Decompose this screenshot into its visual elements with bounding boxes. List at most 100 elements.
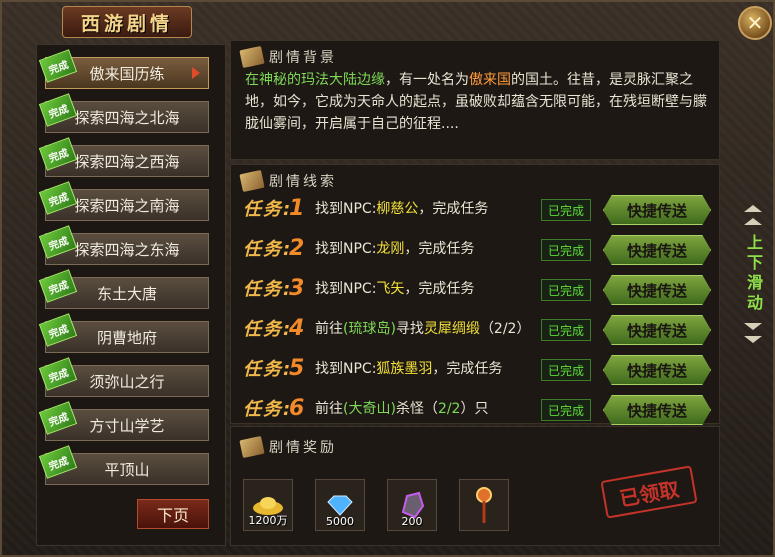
reward-item[interactable] <box>459 479 509 531</box>
story-clues-section: 剧情线索 任务: 1 找到NPC:柳慈公，完成任务 已完成 快捷传送 任务: 2… <box>230 164 720 425</box>
story-kingdom: 傲来国 <box>469 72 511 88</box>
teleport-button[interactable]: 快捷传送 <box>603 355 711 385</box>
claimed-stamp: 已领取 <box>600 465 698 519</box>
reward-amount: 5000 <box>326 515 354 528</box>
task-text-part: 找到NPC: <box>315 361 377 377</box>
chevron-down-icon <box>744 336 762 343</box>
task-npc: 飞矢 <box>376 281 405 297</box>
teleport-button[interactable]: 快捷传送 <box>603 235 711 265</box>
chapter-item-donghai[interactable]: 完成 探索四海之东海 <box>38 225 209 265</box>
task-description: 找到NPC:飞矢，完成任务 <box>315 278 535 298</box>
task-item: 灵犀绸缎 <box>423 321 480 337</box>
chapter-item-aolaiguo[interactable]: 完成 傲来国历练 <box>38 49 209 89</box>
chapter-label: 须弥山之行 <box>89 372 165 391</box>
task-text-part: 找到NPC: <box>315 281 377 297</box>
chapter-label: 方寸山学艺 <box>89 416 165 435</box>
task-text-part: ）只 <box>460 401 489 417</box>
chevron-up-icon <box>744 205 762 212</box>
status-badge: 已完成 <box>541 239 591 261</box>
teleport-button[interactable]: 快捷传送 <box>603 315 711 345</box>
done-tag: 完成 <box>38 313 78 347</box>
done-tag: 完成 <box>38 93 78 127</box>
chapter-item-xumishan[interactable]: 完成 须弥山之行 <box>38 357 209 397</box>
done-tag: 完成 <box>38 445 78 479</box>
chapter-label: 傲来国历练 <box>89 64 165 83</box>
reward-list: 1200万 5000 200 <box>243 479 509 531</box>
chapter-label: 探索四海之南海 <box>74 196 180 215</box>
task-npc: 龙刚 <box>376 241 405 257</box>
chapter-item-pingdingshan[interactable]: 完成 平顶山 <box>38 445 209 485</box>
chapter-item-fangcunshan[interactable]: 完成 方寸山学艺 <box>38 401 209 441</box>
section-title: 剧情背景 <box>269 50 337 66</box>
task-location: (琉球岛) <box>343 321 396 337</box>
chapter-item-nanhai[interactable]: 完成 探索四海之南海 <box>38 181 209 221</box>
next-page-button[interactable]: 下页 <box>137 499 209 529</box>
task-number: 3 <box>289 275 305 301</box>
done-tag: 完成 <box>38 357 78 391</box>
task-number: 5 <box>289 355 305 381</box>
task-text-part: 杀怪（ <box>395 401 438 417</box>
task-row: 任务: 3 找到NPC:飞矢，完成任务 已完成 快捷传送 <box>243 273 713 305</box>
task-row: 任务: 5 找到NPC:狐族墨羽，完成任务 已完成 快捷传送 <box>243 353 713 385</box>
chapter-label: 探索四海之西海 <box>74 152 180 171</box>
task-text-part: 找到NPC: <box>315 201 377 217</box>
reward-amount: 200 <box>401 515 423 528</box>
story-text-part: ，有一处名为 <box>385 72 469 88</box>
task-text-part: ，完成任务 <box>404 241 475 257</box>
task-description: 前往(琉球岛)寻找灵犀绸缎（2/2） <box>315 318 535 338</box>
chapter-item-xihai[interactable]: 完成 探索四海之西海 <box>38 137 209 177</box>
chapter-label: 平顶山 <box>104 460 150 479</box>
task-description: 找到NPC:柳慈公，完成任务 <box>315 198 535 218</box>
reward-item[interactable]: 200 <box>387 479 437 531</box>
done-tag: 完成 <box>38 401 78 435</box>
task-text-part: 前往 <box>315 321 343 337</box>
diamond-icon <box>327 495 353 516</box>
window-frame: 西游剧情 ✕ 完成 傲来国历练 完成 探索四海之北海 完成 探索四海之西海 完成… <box>0 0 775 557</box>
task-row: 任务: 6 前往(大奇山)杀怪（2/2）只 已完成 快捷传送 <box>243 393 713 425</box>
teleport-button[interactable]: 快捷传送 <box>603 195 711 225</box>
status-badge: 已完成 <box>541 319 591 341</box>
section-title: 剧情线索 <box>269 174 337 190</box>
chevron-up-icon <box>744 218 762 225</box>
chapter-item-yincao[interactable]: 完成 阴曹地府 <box>38 313 209 353</box>
task-text-part: ，完成任务 <box>404 281 475 297</box>
scroll-hint-text: 上下滑动 <box>744 234 763 314</box>
scroll-hint[interactable]: 上下滑动 <box>738 202 768 392</box>
task-location: (大奇山) <box>343 401 396 417</box>
task-description: 找到NPC:龙刚，完成任务 <box>315 238 535 258</box>
task-text-part: 寻找 <box>395 321 424 337</box>
task-progress: （2/2） <box>479 321 531 337</box>
reward-amount: 1200万 <box>248 514 288 527</box>
scroll-icon <box>239 169 265 193</box>
task-text-part: ，完成任务 <box>432 361 503 377</box>
task-row: 任务: 1 找到NPC:柳慈公，完成任务 已完成 快捷传送 <box>243 193 713 225</box>
task-text-part: ，完成任务 <box>418 201 489 217</box>
teleport-button[interactable]: 快捷传送 <box>603 275 711 305</box>
scroll-icon <box>239 45 265 69</box>
status-badge: 已完成 <box>541 399 591 421</box>
task-progress: 2/2 <box>437 401 461 417</box>
chapter-item-beihai[interactable]: 完成 探索四海之北海 <box>38 93 209 133</box>
task-row: 任务: 4 前往(琉球岛)寻找灵犀绸缎（2/2） 已完成 快捷传送 <box>243 313 713 345</box>
task-number: 2 <box>289 235 305 261</box>
reward-item[interactable]: 5000 <box>315 479 365 531</box>
chapter-sidebar: 完成 傲来国历练 完成 探索四海之北海 完成 探索四海之西海 完成 探索四海之南… <box>36 44 226 546</box>
task-number: 1 <box>289 195 305 221</box>
task-number: 4 <box>289 315 305 341</box>
chapter-item-datang[interactable]: 完成 东土大唐 <box>38 269 209 309</box>
task-description: 找到NPC:狐族墨羽，完成任务 <box>315 358 535 378</box>
reward-item[interactable]: 1200万 <box>243 479 293 531</box>
chapter-label: 阴曹地府 <box>96 328 157 347</box>
teleport-button[interactable]: 快捷传送 <box>603 395 711 425</box>
status-badge: 已完成 <box>541 199 591 221</box>
task-row: 任务: 2 找到NPC:龙刚，完成任务 已完成 快捷传送 <box>243 233 713 265</box>
task-description: 前往(大奇山)杀怪（2/2）只 <box>315 398 535 418</box>
window-title-plate: 西游剧情 <box>62 6 192 38</box>
story-background-header: 剧情背景 <box>239 45 337 69</box>
task-number: 6 <box>289 395 305 421</box>
close-button[interactable]: ✕ <box>738 6 772 40</box>
task-npc: 柳慈公 <box>376 201 419 217</box>
status-badge: 已完成 <box>541 279 591 301</box>
chapter-label: 东土大唐 <box>96 284 157 303</box>
chevron-right-icon <box>192 67 200 79</box>
